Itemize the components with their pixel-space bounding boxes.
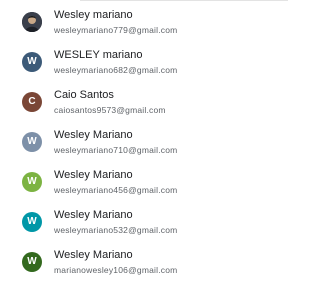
account-row[interactable]: W Wesley Mariano marianowesley106@gmail.… — [0, 243, 288, 279]
account-name: Wesley mariano — [54, 9, 133, 21]
account-row[interactable]: Wesley mariano wesleymariano779@gmail.co… — [0, 3, 288, 39]
person-photo-icon — [22, 12, 42, 32]
account-row[interactable]: W Wesley Mariano wesleymariano532@gmail.… — [0, 203, 288, 239]
account-name: Wesley Mariano — [54, 169, 133, 181]
account-email: marianowesley106@gmail.com — [54, 265, 178, 275]
account-avatar: W — [22, 252, 42, 272]
account-avatar: W — [22, 212, 42, 232]
account-avatar: W — [22, 172, 42, 192]
account-name: Caio Santos — [54, 89, 114, 101]
account-email: wesleymariano710@gmail.com — [54, 145, 178, 155]
account-email: wesleymariano682@gmail.com — [54, 65, 178, 75]
account-email: wesleymariano532@gmail.com — [54, 225, 178, 235]
account-email: wesleymariano779@gmail.com — [54, 25, 178, 35]
account-name: Wesley Mariano — [54, 209, 133, 221]
account-row[interactable]: W Wesley Mariano wesleymariano456@gmail.… — [0, 163, 288, 199]
account-email: wesleymariano456@gmail.com — [54, 185, 178, 195]
account-name: Wesley Mariano — [54, 249, 133, 261]
account-row[interactable]: W Wesley Mariano wesleymariano710@gmail.… — [0, 123, 288, 159]
account-avatar: W — [22, 132, 42, 152]
account-name: WESLEY mariano — [54, 49, 143, 61]
account-avatar-photo — [22, 12, 42, 32]
account-row[interactable]: W WESLEY mariano wesleymariano682@gmail.… — [0, 43, 288, 79]
account-email: caiosantos9573@gmail.com — [54, 105, 166, 115]
account-avatar: C — [22, 92, 42, 112]
account-row[interactable]: C Caio Santos caiosantos9573@gmail.com — [0, 83, 288, 119]
account-name: Wesley Mariano — [54, 129, 133, 141]
list-divider — [80, 0, 288, 1]
account-avatar: W — [22, 52, 42, 72]
